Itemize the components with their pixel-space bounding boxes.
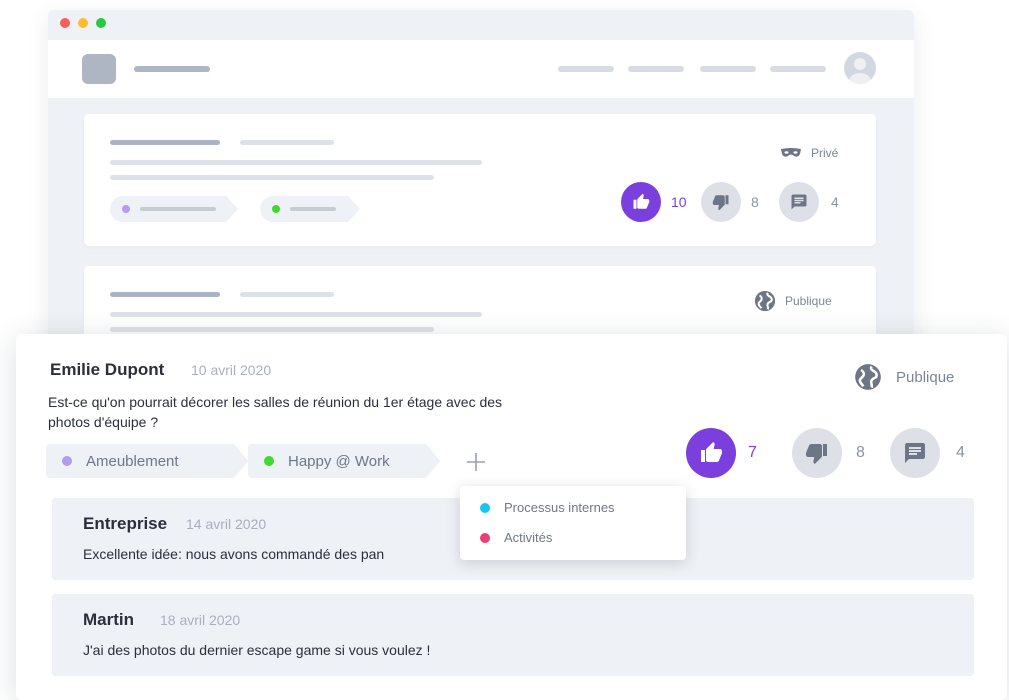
avatar[interactable] bbox=[844, 52, 876, 84]
nav-item-2[interactable] bbox=[628, 66, 684, 72]
reply-author[interactable]: Entreprise bbox=[83, 514, 167, 534]
vote-actions: 10 8 4 bbox=[621, 182, 839, 222]
visibility-label: Publique bbox=[896, 368, 955, 386]
reply-date: 18 avril 2020 bbox=[160, 612, 241, 628]
text-placeholder bbox=[110, 175, 434, 180]
thumbs-down-icon bbox=[712, 195, 729, 211]
globe-icon bbox=[754, 290, 776, 312]
comment-icon bbox=[791, 194, 807, 210]
minimize-window-button[interactable] bbox=[78, 18, 88, 28]
tag-dot bbox=[480, 502, 490, 513]
tag-dot bbox=[62, 456, 72, 466]
comment-count: 4 bbox=[956, 444, 965, 461]
app-title-placeholder bbox=[134, 66, 210, 72]
downvote-count: 8 bbox=[856, 444, 865, 461]
downvote-button[interactable] bbox=[792, 428, 842, 478]
text-placeholder bbox=[110, 327, 434, 332]
tag-placeholder bbox=[260, 196, 360, 222]
text-placeholder bbox=[110, 312, 482, 317]
tag-dot bbox=[122, 205, 130, 213]
tag-label: Happy @ Work bbox=[288, 452, 390, 470]
nav-item-1[interactable] bbox=[558, 66, 614, 72]
app-header bbox=[48, 40, 914, 98]
tag-chip[interactable]: Happy @ Work bbox=[248, 444, 440, 478]
visibility-indicator: Publique bbox=[754, 290, 832, 312]
maximize-window-button[interactable] bbox=[96, 18, 106, 28]
post-author[interactable]: Emilie Dupont bbox=[50, 360, 164, 380]
tag-chip[interactable]: Ameublement bbox=[46, 444, 248, 478]
dropdown-item-processus-internes[interactable]: Processus internes bbox=[480, 500, 615, 515]
tag-dot bbox=[480, 532, 490, 543]
upvote-count: 7 bbox=[748, 444, 757, 461]
thumbs-up-icon bbox=[701, 442, 722, 462]
comment-button[interactable] bbox=[779, 182, 819, 222]
post-text: Est-ce qu'on pourrait décorer les salles… bbox=[48, 394, 503, 430]
text-placeholder bbox=[110, 160, 482, 165]
post-card: Emilie Dupont 10 avril 2020 Est-ce qu'on… bbox=[16, 334, 1007, 700]
visibility-label: Privé bbox=[811, 146, 839, 160]
tag-dot bbox=[272, 205, 280, 213]
tag-dot bbox=[264, 456, 274, 466]
plus-icon bbox=[467, 453, 485, 471]
post-date: 10 avril 2020 bbox=[191, 362, 272, 378]
reply-text: J'ai des photos du dernier escape game s… bbox=[83, 642, 431, 658]
vote-actions: 7 8 4 bbox=[686, 428, 965, 478]
visibility-label: Publique bbox=[785, 294, 832, 308]
upvote-button[interactable] bbox=[686, 428, 736, 478]
tag-placeholder bbox=[110, 196, 238, 222]
add-tag-button[interactable] bbox=[460, 446, 492, 478]
downvote-count: 8 bbox=[751, 194, 759, 210]
comment-count: 4 bbox=[831, 194, 839, 210]
reply: Martin 18 avril 2020 J'ai des photos du … bbox=[52, 594, 974, 676]
app-logo bbox=[82, 54, 116, 84]
tag-dropdown-menu: Processus internes Activités bbox=[460, 486, 686, 560]
upvote-button[interactable] bbox=[621, 182, 661, 222]
nav-item-3[interactable] bbox=[700, 66, 756, 72]
dropdown-item-label: Activités bbox=[504, 530, 553, 545]
downvote-button[interactable] bbox=[701, 182, 741, 222]
post-card-placeholder[interactable]: Privé 10 8 4 bbox=[84, 114, 876, 246]
upvote-count: 10 bbox=[671, 194, 687, 210]
window-controls bbox=[60, 18, 106, 28]
tag-label: Ameublement bbox=[86, 452, 179, 470]
date-placeholder bbox=[240, 140, 334, 145]
thumbs-up-icon bbox=[633, 193, 650, 209]
title-placeholder bbox=[110, 140, 220, 145]
nav-item-4[interactable] bbox=[770, 66, 826, 72]
mask-icon bbox=[781, 148, 801, 157]
thumbs-down-icon bbox=[806, 444, 827, 464]
date-placeholder bbox=[240, 292, 334, 297]
visibility-indicator: Privé bbox=[780, 146, 838, 160]
comment-icon bbox=[905, 443, 925, 463]
title-placeholder bbox=[110, 292, 220, 297]
dropdown-item-label: Processus internes bbox=[504, 500, 615, 515]
globe-icon bbox=[855, 364, 881, 390]
comment-button[interactable] bbox=[890, 428, 940, 478]
reply-text: Excellente idée: nous avons commandé des… bbox=[83, 546, 385, 562]
reply-author[interactable]: Martin bbox=[83, 610, 134, 630]
visibility-indicator[interactable]: Publique bbox=[854, 363, 954, 391]
dropdown-item-activites[interactable]: Activités bbox=[480, 530, 552, 545]
close-window-button[interactable] bbox=[60, 18, 70, 28]
reply-date: 14 avril 2020 bbox=[186, 516, 267, 532]
